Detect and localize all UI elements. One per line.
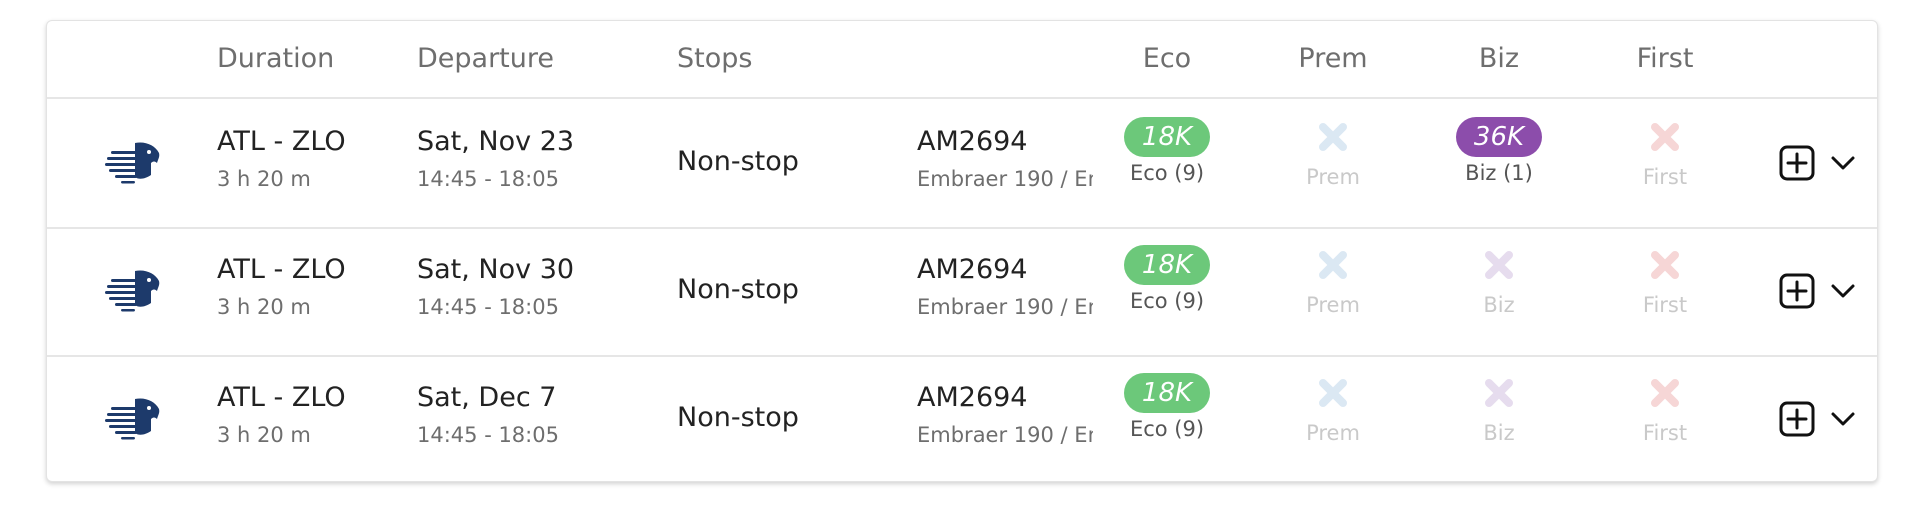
- airline-logo-icon: [105, 267, 161, 313]
- x-icon: [1313, 117, 1353, 157]
- fare-label: First: [1642, 165, 1688, 189]
- stops: Non-stop: [677, 402, 799, 433]
- duration: 3 h 20 m: [217, 423, 311, 447]
- fare-biz[interactable]: 36K Biz (1): [1429, 117, 1569, 187]
- header-duration[interactable]: Duration: [217, 41, 334, 77]
- flight-number: AM2694: [917, 254, 1028, 285]
- header-prem[interactable]: Prem: [1298, 41, 1367, 77]
- x-icon: [1313, 245, 1353, 285]
- fare-eco[interactable]: 18K Eco (9): [1097, 245, 1237, 315]
- chevron-down-icon[interactable]: [1829, 277, 1857, 305]
- fare-label: First: [1642, 293, 1688, 317]
- chevron-down-icon[interactable]: [1829, 149, 1857, 177]
- stops: Non-stop: [677, 274, 799, 305]
- header-first[interactable]: First: [1637, 41, 1694, 77]
- x-icon: [1313, 373, 1353, 413]
- airline-logo-icon: [105, 395, 161, 441]
- airline-logo-icon: [105, 139, 161, 185]
- route: ATL - ZLO: [217, 254, 346, 285]
- fare-label: First: [1642, 421, 1688, 445]
- fare-label: Biz: [1483, 293, 1515, 317]
- table-row[interactable]: ATL - ZLO 3 h 20 m Sat, Dec 7 14:45 - 18:05…: [47, 355, 1877, 481]
- x-icon: [1645, 373, 1685, 413]
- header-stops[interactable]: Stops: [677, 41, 752, 77]
- stops: Non-stop: [677, 146, 799, 177]
- fare-eco[interactable]: 18K Eco (9): [1097, 117, 1237, 187]
- fare-label: Eco (9): [1129, 417, 1205, 441]
- departure-date: Sat, Nov 23: [417, 126, 575, 157]
- fare-first: First: [1595, 245, 1735, 319]
- row-actions: [1779, 273, 1863, 309]
- fare-first: First: [1595, 117, 1735, 191]
- fare-biz: Biz: [1429, 373, 1569, 447]
- fare-label: Prem: [1306, 293, 1360, 317]
- route: ATL - ZLO: [217, 382, 346, 413]
- header-eco[interactable]: Eco: [1143, 41, 1191, 77]
- fare-label: Biz: [1483, 421, 1515, 445]
- fare-prem: Prem: [1263, 373, 1403, 447]
- fare-prem: Prem: [1263, 245, 1403, 319]
- plus-square-icon[interactable]: [1779, 145, 1815, 181]
- chevron-down-icon[interactable]: [1829, 405, 1857, 433]
- flight-number: AM2694: [917, 382, 1028, 413]
- plus-square-icon[interactable]: [1779, 273, 1815, 309]
- price-pill[interactable]: 18K: [1123, 117, 1211, 157]
- fare-label: Biz (1): [1465, 161, 1533, 185]
- departure-time: 14:45 - 18:05: [417, 423, 559, 447]
- duration: 3 h 20 m: [217, 167, 311, 191]
- price-pill[interactable]: 18K: [1123, 373, 1211, 413]
- row-actions: [1779, 401, 1863, 437]
- table-row[interactable]: ATL - ZLO 3 h 20 m Sat, Nov 23 14:45 - 18:0…: [47, 99, 1877, 229]
- fare-label: Eco (9): [1129, 161, 1205, 185]
- aircraft-type: Embraer 190 / Embraer 190: [917, 295, 1093, 319]
- table-header: Duration Departure Stops Eco Prem Biz Fi…: [47, 21, 1877, 99]
- fare-label: Prem: [1306, 165, 1360, 189]
- fare-biz: Biz: [1429, 245, 1569, 319]
- header-departure[interactable]: Departure: [417, 41, 554, 77]
- departure-date: Sat, Nov 30: [417, 254, 575, 285]
- fare-eco[interactable]: 18K Eco (9): [1097, 373, 1237, 443]
- fare-prem: Prem: [1263, 117, 1403, 191]
- fare-first: First: [1595, 373, 1735, 447]
- row-actions: [1779, 145, 1863, 181]
- departure-date: Sat, Dec 7: [417, 382, 557, 413]
- table-row[interactable]: ATL - ZLO 3 h 20 m Sat, Nov 30 14:45 - 18:0…: [47, 227, 1877, 357]
- header-biz[interactable]: Biz: [1479, 41, 1519, 77]
- aircraft-type: Embraer 190 / Embraer 190: [917, 167, 1093, 191]
- x-icon: [1645, 245, 1685, 285]
- price-pill[interactable]: 36K: [1455, 117, 1543, 157]
- x-icon: [1645, 117, 1685, 157]
- x-icon: [1479, 373, 1519, 413]
- duration: 3 h 20 m: [217, 295, 311, 319]
- departure-time: 14:45 - 18:05: [417, 167, 559, 191]
- fare-label: Eco (9): [1129, 289, 1205, 313]
- x-icon: [1479, 245, 1519, 285]
- price-pill[interactable]: 18K: [1123, 245, 1211, 285]
- fare-label: Prem: [1306, 421, 1360, 445]
- flight-results-table: Duration Departure Stops Eco Prem Biz Fi…: [46, 20, 1878, 482]
- flight-number: AM2694: [917, 126, 1028, 157]
- plus-square-icon[interactable]: [1779, 401, 1815, 437]
- aircraft-type: Embraer 190 / Embraer 190: [917, 423, 1093, 447]
- route: ATL - ZLO: [217, 126, 346, 157]
- departure-time: 14:45 - 18:05: [417, 295, 559, 319]
